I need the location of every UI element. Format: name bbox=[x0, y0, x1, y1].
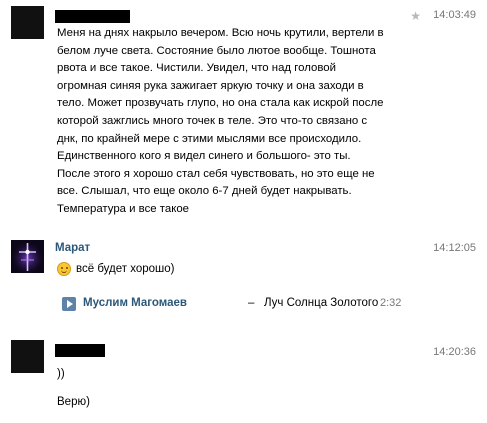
message-text: всё будет хорошо) bbox=[76, 263, 175, 275]
avatar-marat[interactable] bbox=[11, 240, 44, 273]
smile-emoji-icon bbox=[57, 262, 71, 276]
message-line: )) bbox=[57, 368, 65, 380]
message-time: 14:03:49 bbox=[433, 9, 476, 21]
sender-name-redacted[interactable] bbox=[55, 10, 130, 23]
message-time: 14:12:05 bbox=[433, 242, 476, 254]
avatar-redacted[interactable] bbox=[11, 340, 44, 373]
message-time: 14:20:36 bbox=[433, 346, 476, 358]
audio-duration: 2:32 bbox=[380, 297, 402, 309]
avatar-image bbox=[11, 240, 44, 273]
message-text: Меня на днях накрыло вечером. Всю ночь к… bbox=[57, 27, 384, 215]
message-1: ★ 14:03:49 Меня на днях накрыло вечером.… bbox=[0, 0, 487, 232]
sender-name-redacted[interactable] bbox=[55, 344, 105, 357]
audio-artist[interactable]: Муслим Магомаев bbox=[83, 297, 187, 309]
sender-name[interactable]: Марат bbox=[55, 242, 90, 254]
message-2: Марат 14:12:05 всё будет хорошо) Муслим … bbox=[0, 234, 487, 324]
audio-title[interactable]: Луч Солнца Золотого bbox=[264, 297, 378, 309]
audio-attachment[interactable]: Муслим Магомаев – Луч Солнца Золотого 2:… bbox=[62, 296, 402, 312]
audio-separator: – bbox=[248, 297, 255, 309]
message-line: Верю) bbox=[57, 396, 90, 408]
avatar-redacted[interactable] bbox=[11, 6, 44, 39]
star-icon[interactable]: ★ bbox=[410, 10, 421, 22]
message-3: 14:20:36 )) Верю) bbox=[0, 336, 487, 423]
play-icon[interactable] bbox=[62, 297, 76, 311]
